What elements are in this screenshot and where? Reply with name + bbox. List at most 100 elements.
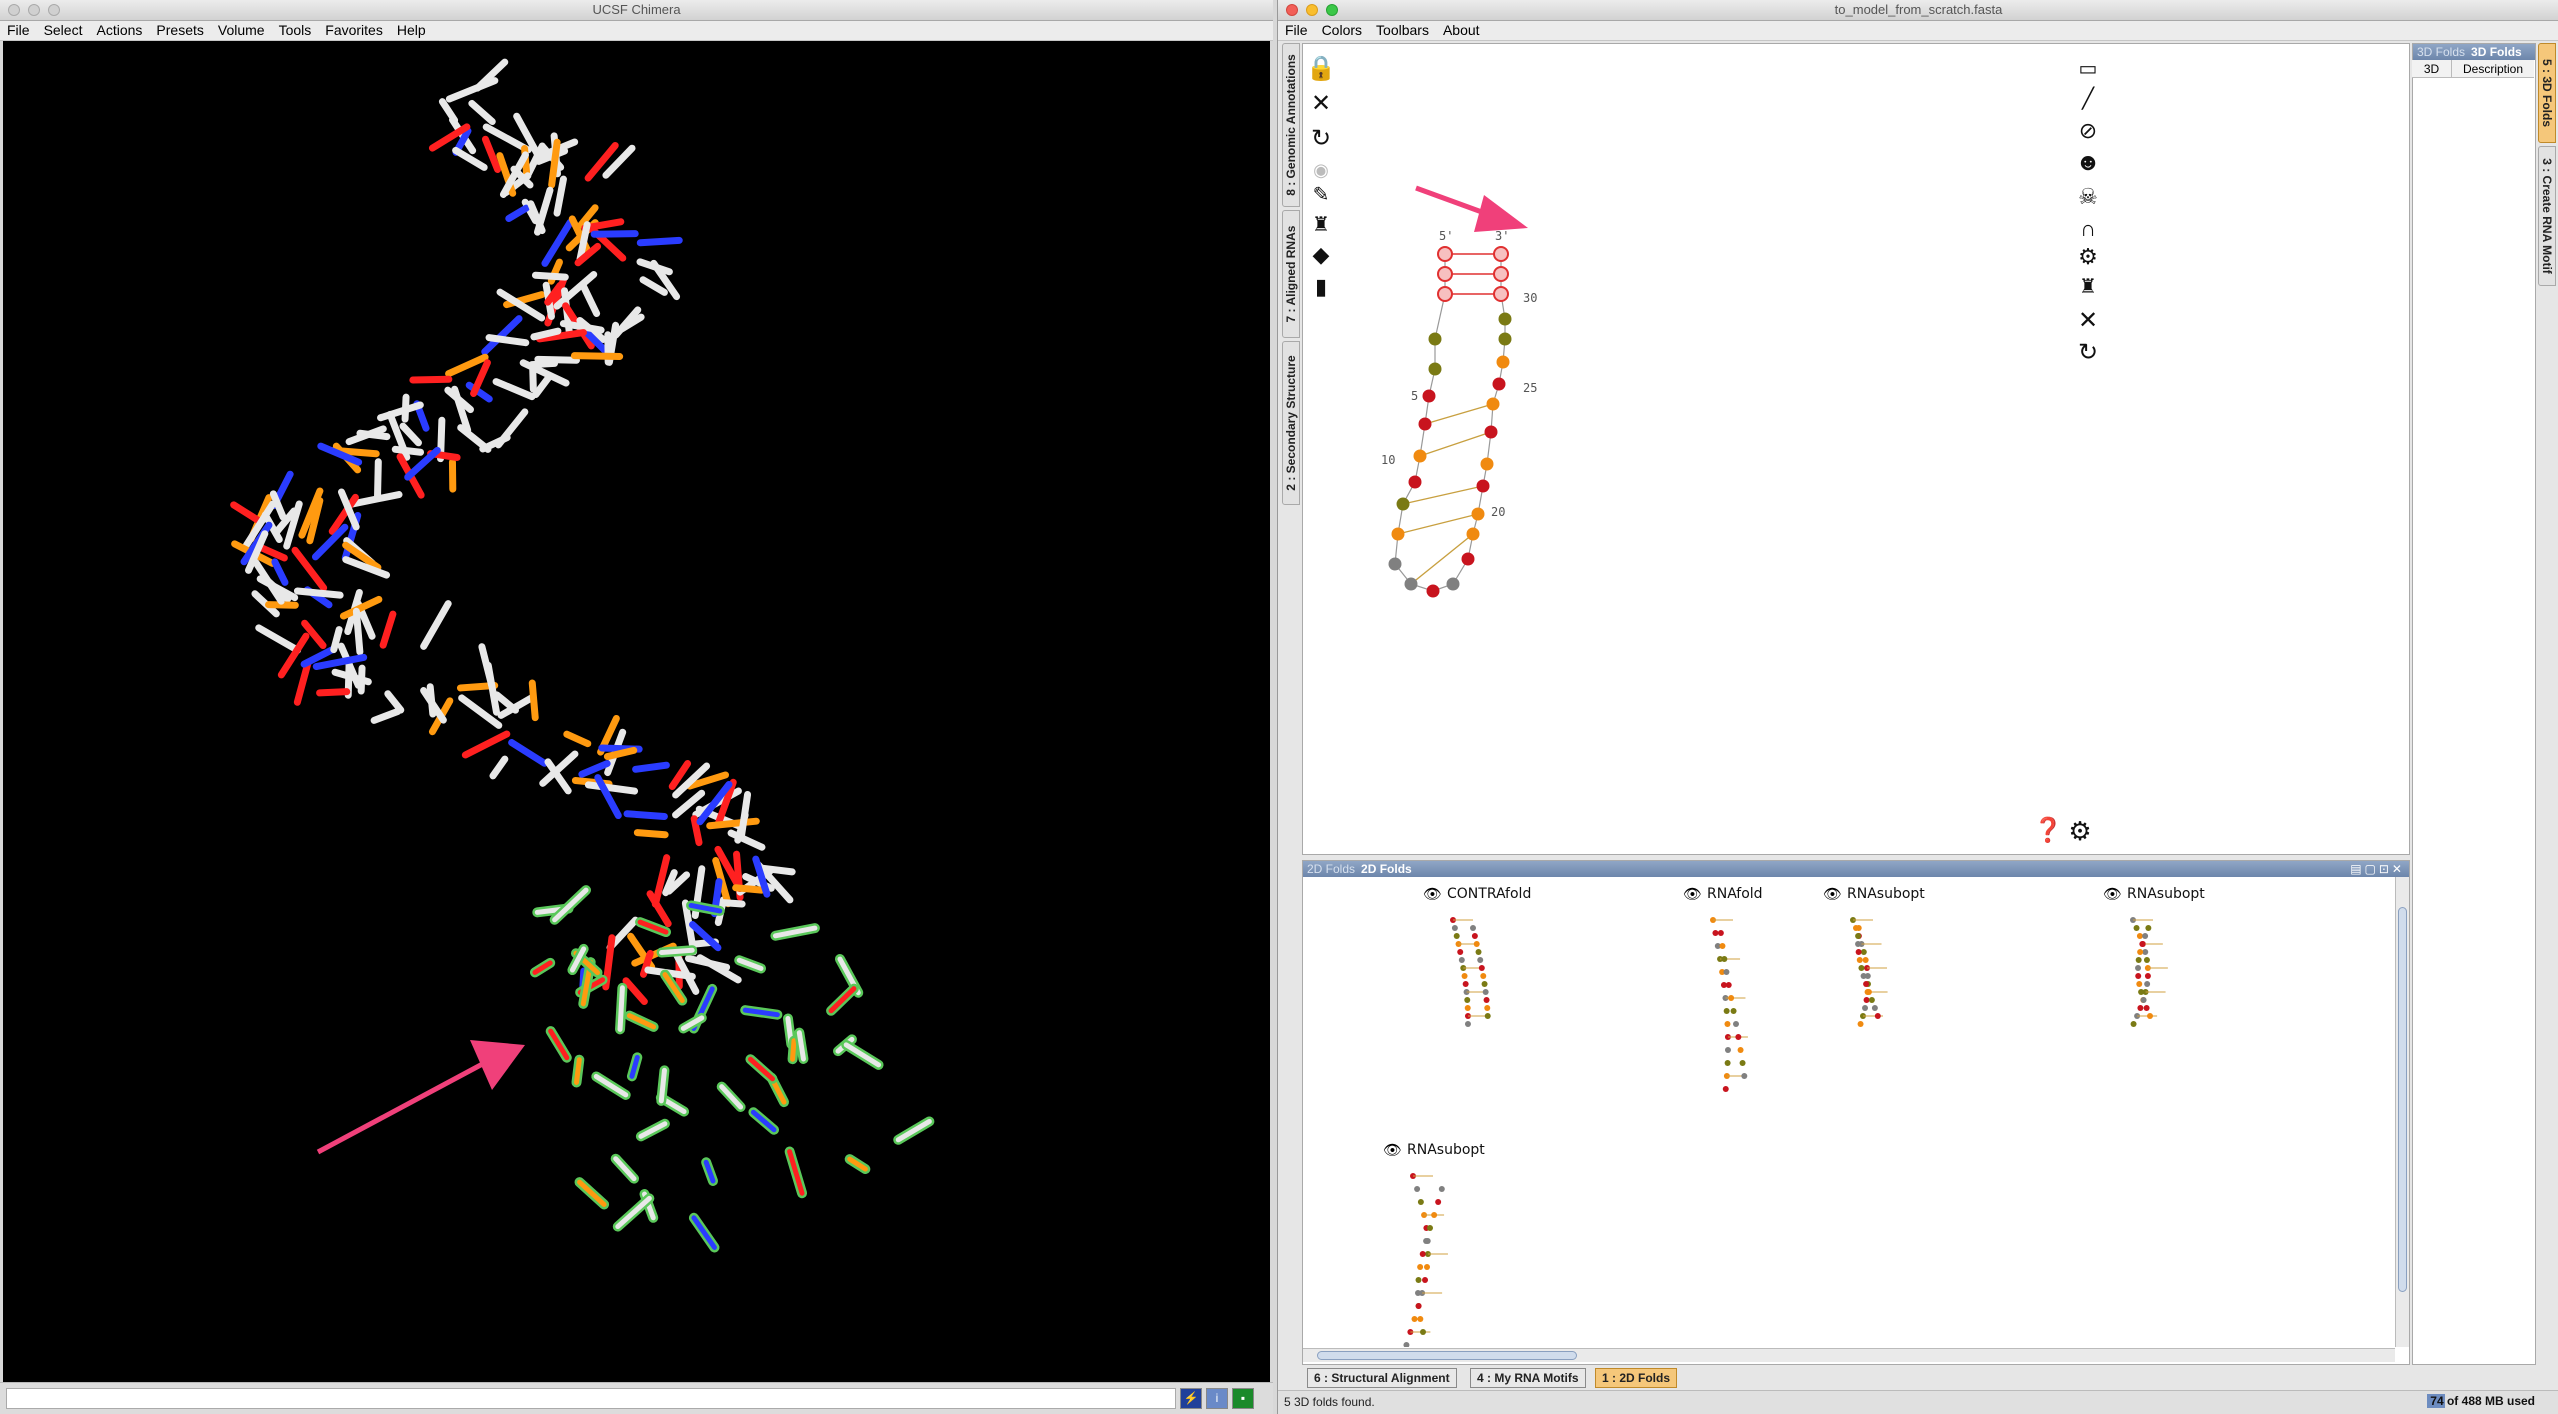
nucleotide[interactable] [1486,397,1500,411]
panel-window-controls[interactable]: ▤▢⊡✕ [2350,861,2405,877]
tab-secondary-structure[interactable]: 2 : Secondary Structure [1282,341,1300,505]
eye-icon[interactable]: 👁 [1423,885,1442,903]
column-3d[interactable]: 3D [2412,60,2452,78]
minimize-button[interactable] [28,4,40,16]
fold-item[interactable]: 👁 RNAsubopt [2103,885,2303,1115]
nucleotide[interactable] [1492,377,1506,391]
forbidden-icon[interactable]: ⊘ [2073,116,2103,146]
eye-icon[interactable]: 👁 [1683,885,1702,903]
tab-create-rna-motif[interactable]: 3 : Create RNA Motif [2538,146,2556,286]
tab-structural-alignment[interactable]: 6 : Structural Alignment [1307,1368,1457,1388]
app-zoom-button[interactable] [1326,4,1338,16]
app-close-button[interactable] [1286,4,1298,16]
chimera-menu-presets[interactable]: Presets [149,21,210,40]
magic-wand-icon[interactable]: ✎ [1306,180,1336,210]
chimera-menu-actions[interactable]: Actions [89,21,149,40]
app-minimize-button[interactable] [1306,4,1318,16]
app-menu-colors[interactable]: Colors [1315,21,1369,40]
2d-folds-panel[interactable]: 2D Folds 2D Folds ▤▢⊡✕ 👁 CONTRAfold 👁 RNAfol… [1302,860,2410,1365]
info-button[interactable]: i [1206,1388,1228,1409]
app-menu-about[interactable]: About [1436,21,1487,40]
nucleotide[interactable] [1471,507,1485,521]
settings-icon[interactable]: ⚙ [2065,816,2095,846]
mini-fold-diagram[interactable] [1683,905,1803,1095]
nucleotide[interactable] [1437,246,1453,262]
stereo-button[interactable]: ⚡ [1180,1388,1202,1409]
nucleotide[interactable] [1437,286,1453,302]
nucleotide[interactable] [1461,552,1475,566]
gears-icon[interactable]: ⚙ [2073,242,2103,272]
screen-button[interactable]: ▪ [1232,1388,1254,1409]
app-menu-file[interactable]: File [1278,21,1315,40]
fold-item[interactable]: 👁 RNAsubopt [1383,1141,1583,1347]
refresh2-icon[interactable]: ↻ [2073,338,2103,368]
magnet-icon[interactable]: ∩ [2073,214,2103,244]
tab-my-rna-motifs[interactable]: 4 : My RNA Motifs [1470,1368,1586,1388]
lock-icon[interactable]: 🔒 [1306,54,1336,84]
chimera-menu-file[interactable]: File [0,21,37,40]
secondary-structure-diagram[interactable]: 5' 3' 5 10 20 25 30 [1363,174,1623,654]
nucleotide[interactable] [1437,266,1453,282]
nucleotide[interactable] [1476,479,1490,493]
fit-icon[interactable]: ✕ [1306,89,1336,119]
eye-icon[interactable]: 👁 [2103,885,2122,903]
mini-fold-diagram[interactable] [1423,905,1543,1055]
nucleotide[interactable] [1426,584,1440,598]
tab-2d-folds[interactable]: 1 : 2D Folds [1595,1368,1678,1388]
tag-icon[interactable]: ◆ [1306,240,1336,270]
nucleotide[interactable] [1391,527,1405,541]
close-button[interactable] [8,4,20,16]
nucleotide[interactable] [1396,497,1410,511]
chimera-menu-volume[interactable]: Volume [211,21,272,40]
mini-fold-diagram[interactable] [2103,905,2223,1055]
chimera-menu-help[interactable]: Help [390,21,433,40]
column-description[interactable]: Description [2452,60,2534,78]
brush-icon[interactable]: ♜ [1306,210,1336,240]
fold-item[interactable]: 👁 RNAsubopt [1823,885,2023,1115]
nucleotide[interactable] [1493,246,1509,262]
nucleotide[interactable] [1413,449,1427,463]
nucleotide[interactable] [1498,312,1512,326]
tab-genomic-annotations[interactable]: 8 : Genomic Annotations [1282,43,1300,207]
nucleotide[interactable] [1404,577,1418,591]
mini-fold-diagram[interactable] [1823,905,1943,1055]
fit2-icon[interactable]: ✕ [2073,306,2103,336]
tab-aligned-rnas[interactable]: 7 : Aligned RNAs [1282,210,1300,338]
nucleotide[interactable] [1446,577,1460,591]
smiley-icon[interactable]: ☻ [2073,148,2103,178]
layers-icon[interactable]: ▭ [2073,54,2103,84]
command-line-input[interactable] [6,1388,1176,1409]
skull-icon[interactable]: ☠ [2073,182,2103,212]
vertical-scrollbar[interactable] [2395,877,2409,1347]
nucleotide[interactable] [1493,266,1509,282]
nucleotide[interactable] [1480,457,1494,471]
app-menu-toolbars[interactable]: Toolbars [1369,21,1436,40]
nucleotide[interactable] [1466,527,1480,541]
fold-item[interactable]: 👁 CONTRAfold [1423,885,1623,1115]
brush2-icon[interactable]: ♜ [2073,272,2103,302]
molecular-viewport[interactable] [3,41,1270,1382]
pencil-icon[interactable]: ╱ [2073,84,2103,114]
mini-fold-diagram[interactable] [1383,1161,1503,1347]
zoom-button[interactable] [48,4,60,16]
chimera-menu-tools[interactable]: Tools [272,21,319,40]
horizontal-scroll-thumb[interactable] [1317,1351,1577,1360]
help-icon[interactable]: ❓ [2033,816,2063,846]
secondary-structure-panel[interactable]: 🔒 ✕ ↻ ◉ ✎ ♜ ◆ ▮ ▭ ╱ ⊘ ☻ ☠ ∩ ⚙ ♜ ✕ ↻ ❓ ⚙ … [1302,43,2410,855]
bar-chart-icon[interactable]: ▮ [1306,272,1336,302]
nucleotide[interactable] [1408,475,1422,489]
vertical-scroll-thumb[interactable] [2398,907,2407,1292]
3d-folds-panel[interactable]: 3D Folds 3D Folds [2412,43,2536,1365]
memory-indicator[interactable]: 74 of 488 MB used [2427,1394,2535,1408]
nucleotide[interactable] [1428,332,1442,346]
eye-icon[interactable]: 👁 [1823,885,1842,903]
chimera-menu-select[interactable]: Select [37,21,90,40]
nucleotide[interactable] [1498,332,1512,346]
nucleotide[interactable] [1418,417,1432,431]
refresh-icon[interactable]: ↻ [1306,124,1336,154]
nucleotide[interactable] [1422,389,1436,403]
chimera-menu-favorites[interactable]: Favorites [318,21,390,40]
nucleotide[interactable] [1428,362,1442,376]
nucleotide[interactable] [1484,425,1498,439]
tab-3d-folds[interactable]: 5 : 3D Folds [2538,43,2556,143]
